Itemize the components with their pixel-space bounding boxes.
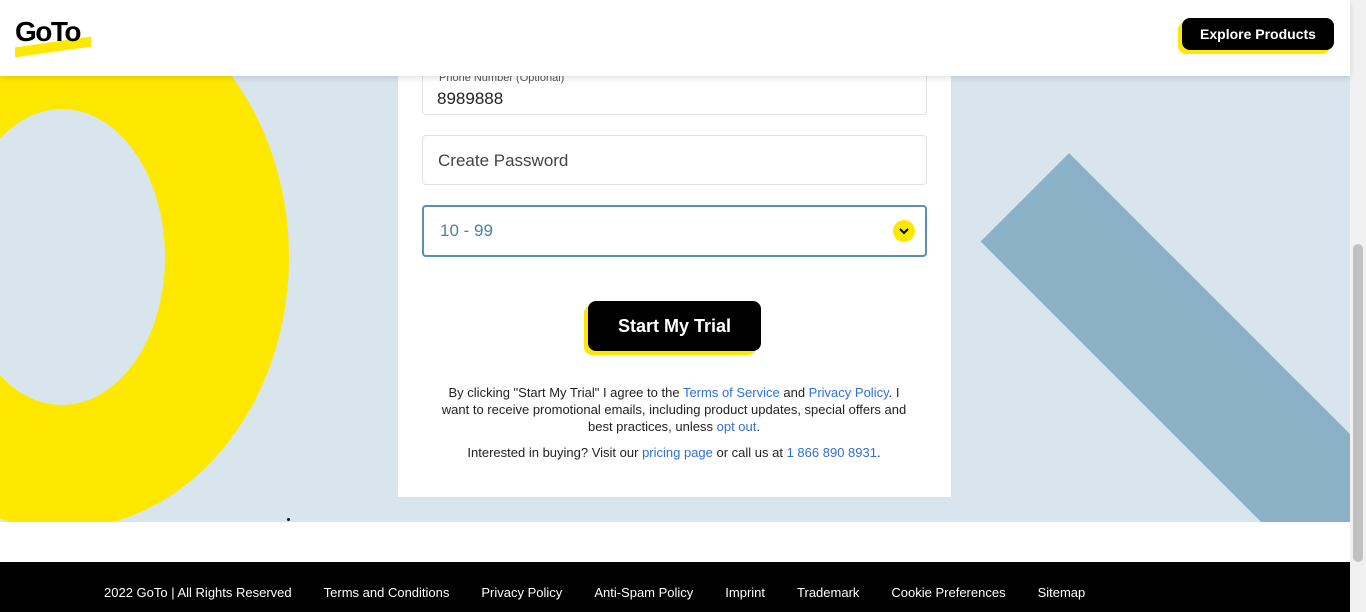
footer-privacy-link[interactable]: Privacy Policy xyxy=(481,585,562,600)
employees-select[interactable]: 10 - 99 xyxy=(422,205,927,257)
legal-consent-text: By clicking "Start My Trial" I agree to … xyxy=(434,384,914,435)
goto-logo[interactable]: GoTo xyxy=(15,14,95,60)
legal-text-end: . xyxy=(756,419,760,434)
buy-text-mid: or call us at xyxy=(712,445,787,460)
start-trial-button[interactable]: Start My Trial xyxy=(588,301,761,351)
explore-products-button[interactable]: Explore Products xyxy=(1182,18,1334,50)
explore-products-container: Explore Products xyxy=(1178,18,1336,54)
decorative-yellow-ring xyxy=(0,0,289,522)
site-footer: 2022 GoTo | All Rights Reserved Terms an… xyxy=(0,562,1350,612)
site-header: GoTo Explore Products xyxy=(0,0,1350,76)
decorative-dot xyxy=(287,518,290,521)
footer-antispam-link[interactable]: Anti-Spam Policy xyxy=(594,585,693,600)
buy-text-end: . xyxy=(876,445,881,460)
sales-phone-link[interactable]: 1 866 890 8931 xyxy=(787,445,877,460)
footer-imprint-link[interactable]: Imprint xyxy=(725,585,765,600)
phone-number-value[interactable]: 8989888 xyxy=(437,89,503,109)
scrollbar-thumb[interactable] xyxy=(1353,244,1363,562)
signup-form-card: Phone Number (Optional) 8989888 Create P… xyxy=(398,60,951,497)
employees-select-value: 10 - 99 xyxy=(440,221,493,240)
opt-out-link[interactable]: opt out xyxy=(717,419,757,434)
buy-text-pre: Interested in buying? Visit our xyxy=(467,445,643,460)
legal-text-pre: By clicking "Start My Trial" I agree to … xyxy=(448,385,683,400)
chevron-down-icon[interactable] xyxy=(893,220,915,242)
start-trial-container: Start My Trial xyxy=(584,301,762,355)
legal-text-and: and xyxy=(779,385,809,400)
pricing-page-link[interactable]: pricing page xyxy=(642,445,713,460)
footer-copyright: 2022 GoTo | All Rights Reserved xyxy=(104,585,292,600)
footer-sitemap-link[interactable]: Sitemap xyxy=(1038,585,1086,600)
password-placeholder: Create Password xyxy=(438,151,569,170)
logo-text: GoTo xyxy=(15,16,82,47)
decorative-blue-stripe xyxy=(980,153,1350,522)
footer-links: 2022 GoTo | All Rights Reserved Terms an… xyxy=(104,585,1085,600)
password-field[interactable]: Create Password xyxy=(422,135,927,185)
buy-info-text: Interested in buying? Visit our pricing … xyxy=(434,445,914,460)
page-scrollbar[interactable] xyxy=(1350,0,1366,612)
footer-terms-link[interactable]: Terms and Conditions xyxy=(324,585,450,600)
footer-cookie-preferences-link[interactable]: Cookie Preferences xyxy=(891,585,1005,600)
privacy-policy-link[interactable]: Privacy Policy xyxy=(809,385,889,400)
terms-of-service-link[interactable]: Terms of Service xyxy=(683,385,780,400)
footer-trademark-link[interactable]: Trademark xyxy=(797,585,859,600)
